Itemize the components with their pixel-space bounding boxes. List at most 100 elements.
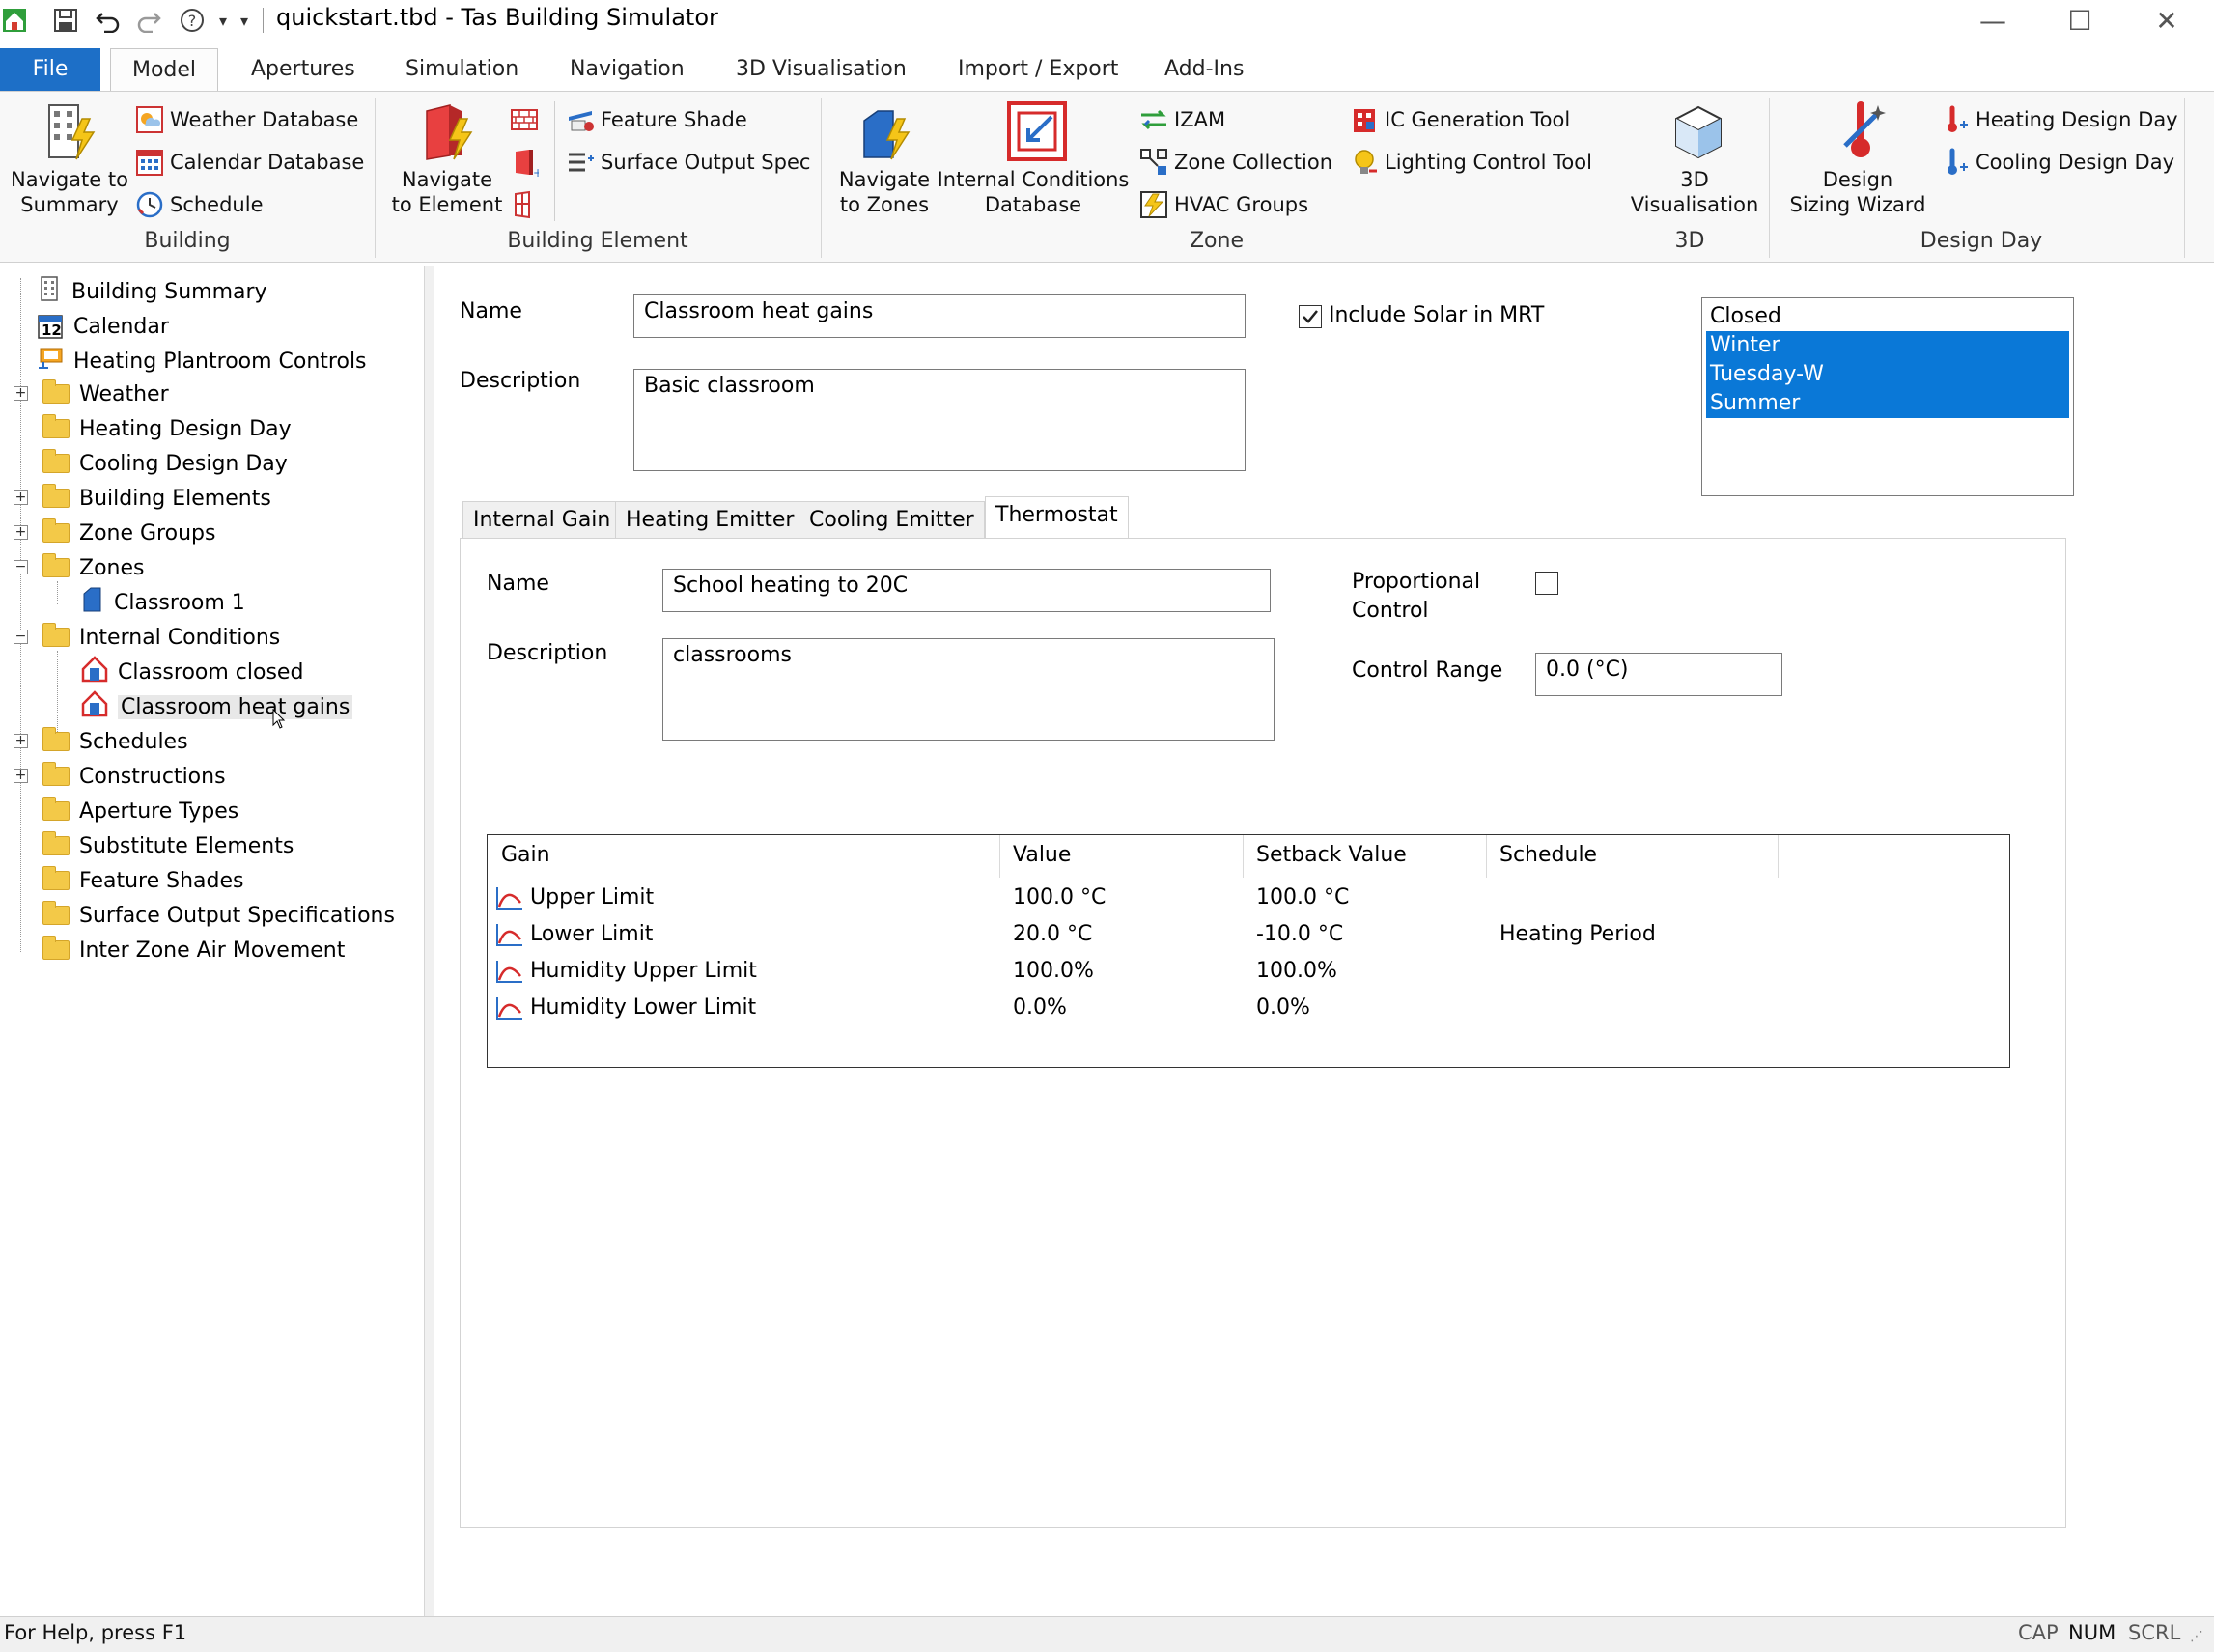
tree-item-weather[interactable]: Weather <box>42 378 169 409</box>
tree-item-classroom-heat-gains[interactable]: Classroom heat gains <box>81 690 353 722</box>
column-header-value[interactable]: Value <box>1013 843 1071 867</box>
navigate-to-summary-button[interactable]: Navigate to Summary <box>6 101 133 217</box>
day-types-list[interactable]: Closed Winter Tuesday-W Summer <box>1701 297 2074 496</box>
hvac-groups-button[interactable]: HVAC Groups <box>1139 188 1308 221</box>
collapse-internal-conditions-icon[interactable]: − <box>14 630 28 644</box>
surface-output-spec-button[interactable]: Surface Output Spec <box>566 146 810 179</box>
tree-item-building-summary[interactable]: Building Summary <box>37 276 267 307</box>
tab-cooling-emitter[interactable]: Cooling Emitter <box>799 501 985 538</box>
column-divider[interactable] <box>1243 835 1244 878</box>
day-type-winter[interactable]: Winter <box>1706 331 2069 360</box>
expand-zone-groups-icon[interactable]: + <box>14 525 28 540</box>
maximize-button[interactable]: ☐ <box>2049 0 2111 41</box>
navigate-to-zones-button[interactable]: Navigate to Zones <box>830 101 939 217</box>
add-wall-button[interactable] <box>510 103 545 136</box>
save-icon[interactable] <box>50 6 81 35</box>
tree-item-schedules[interactable]: Schedules <box>42 726 188 757</box>
control-range-input[interactable]: 0.0 (°C) <box>1535 653 1782 696</box>
tree-item-classroom-1[interactable]: Classroom 1 <box>81 587 245 618</box>
resize-grip-icon[interactable]: ⋰ <box>2190 1629 2203 1644</box>
tree-item-zone-groups[interactable]: Zone Groups <box>42 518 215 548</box>
table-row[interactable]: Humidity Upper Limit 100.0% 100.0% <box>488 953 2009 990</box>
tree-item-aperture-types[interactable]: Aperture Types <box>42 796 238 826</box>
chevron-down-icon[interactable]: ▾ <box>214 6 232 35</box>
column-header-setback-value[interactable]: Setback Value <box>1256 843 1407 867</box>
weather-database-button[interactable]: Weather Database <box>135 103 358 136</box>
tab-3d-visualisation[interactable]: 3D Visualisation <box>722 48 920 91</box>
add-door-button[interactable]: + <box>510 146 545 180</box>
minimize-button[interactable]: — <box>1962 0 2024 41</box>
tree-item-calendar[interactable]: 12 Calendar <box>37 311 169 342</box>
tab-simulation[interactable]: Simulation <box>392 48 532 91</box>
zone-collection-button[interactable]: Zone Collection <box>1139 146 1332 179</box>
tree-item-building-elements[interactable]: Building Elements <box>42 483 271 514</box>
column-header-schedule[interactable]: Schedule <box>1499 843 1597 867</box>
tree-item-inter-zone-air-movement[interactable]: Inter Zone Air Movement <box>42 935 345 966</box>
day-type-tuesday-w[interactable]: Tuesday-W <box>1706 360 2069 389</box>
expand-schedules-icon[interactable]: + <box>14 734 28 748</box>
day-type-summer[interactable]: Summer <box>1706 389 2069 418</box>
izam-button[interactable]: IZAM <box>1139 103 1225 136</box>
column-divider[interactable] <box>1486 835 1487 878</box>
design-sizing-wizard-button[interactable]: Design Sizing Wizard <box>1780 101 1935 217</box>
tab-internal-gain[interactable]: Internal Gain <box>462 501 622 538</box>
tab-file[interactable]: File <box>0 48 100 91</box>
description-input[interactable]: Basic classroom <box>633 369 1246 471</box>
thermostat-description-input[interactable]: classrooms <box>662 638 1275 741</box>
name-input[interactable]: Classroom heat gains <box>633 294 1246 338</box>
tree-item-heating-design-day[interactable]: Heating Design Day <box>42 413 292 444</box>
include-solar-checkbox[interactable] <box>1299 305 1322 328</box>
help-icon[interactable]: ? <box>178 6 207 35</box>
heating-design-day-button[interactable]: Heating Design Day <box>1941 103 2178 136</box>
column-header-gain[interactable]: Gain <box>501 843 550 867</box>
ic-generation-tool-button[interactable]: IC Generation Tool <box>1350 103 1570 136</box>
proportional-control-checkbox[interactable] <box>1535 572 1558 595</box>
close-button[interactable]: ✕ <box>2136 0 2198 41</box>
gain-name: Humidity Upper Limit <box>530 959 757 983</box>
undo-icon[interactable] <box>93 6 124 35</box>
tab-heating-emitter[interactable]: Heating Emitter <box>615 501 805 538</box>
tree-item-substitute-elements[interactable]: Substitute Elements <box>42 830 294 861</box>
cooling-design-day-button[interactable]: Cooling Design Day <box>1941 146 2174 179</box>
column-divider[interactable] <box>999 835 1000 878</box>
lighting-control-tool-button[interactable]: Lighting Control Tool <box>1350 146 1592 179</box>
table-row[interactable]: Lower Limit 20.0 °C -10.0 °C Heating Per… <box>488 916 2009 953</box>
3d-visualisation-button[interactable]: 3D Visualisation <box>1622 101 1767 217</box>
collapse-zones-icon[interactable]: − <box>14 560 28 574</box>
expand-constructions-icon[interactable]: + <box>14 769 28 783</box>
tab-model[interactable]: Model <box>110 48 218 91</box>
column-divider[interactable] <box>1778 835 1779 878</box>
tree-item-constructions[interactable]: Constructions <box>42 761 226 792</box>
navigate-to-element-button[interactable]: Navigate to Element <box>386 101 508 217</box>
tab-thermostat[interactable]: Thermostat <box>985 496 1129 539</box>
customize-toolbar-icon[interactable]: ▾ <box>236 6 253 35</box>
internal-conditions-database-button[interactable]: Internal Conditions Database <box>935 101 1132 217</box>
redo-icon[interactable] <box>133 6 164 35</box>
table-row[interactable]: Humidity Lower Limit 0.0% 0.0% <box>488 990 2009 1026</box>
tab-navigation[interactable]: Navigation <box>556 48 698 91</box>
panel-splitter[interactable] <box>425 266 434 1616</box>
tree-item-zones[interactable]: Zones <box>42 552 144 583</box>
expand-building-elements-icon[interactable]: + <box>14 490 28 505</box>
calendar-database-button[interactable]: Calendar Database <box>135 146 364 179</box>
thermostat-name-input[interactable]: School heating to 20C <box>662 569 1271 612</box>
tab-import-export[interactable]: Import / Export <box>944 48 1132 91</box>
cube-icon <box>1668 101 1722 161</box>
num-lock-indicator: NUM <box>2068 1621 2116 1644</box>
day-type-closed[interactable]: Closed <box>1706 302 2069 331</box>
tree-item-feature-shades[interactable]: Feature Shades <box>42 865 243 896</box>
tree-item-heating-plantroom-controls[interactable]: Heating Plantroom Controls <box>37 346 367 377</box>
expand-weather-icon[interactable]: + <box>14 386 28 401</box>
tab-apertures[interactable]: Apertures <box>238 48 369 91</box>
weather-database-label: Weather Database <box>170 108 359 131</box>
tree-item-classroom-closed[interactable]: Classroom closed <box>81 656 303 687</box>
tree-item-internal-conditions[interactable]: Internal Conditions <box>42 622 280 653</box>
feature-shade-button[interactable]: Feature Shade <box>566 103 747 136</box>
tab-add-ins[interactable]: Add-Ins <box>1151 48 1257 91</box>
add-window-button[interactable] <box>510 188 545 221</box>
schedule-button[interactable]: Schedule <box>135 188 264 221</box>
table-row[interactable]: Upper Limit 100.0 °C 100.0 °C <box>488 880 2009 916</box>
tree-item-cooling-design-day[interactable]: Cooling Design Day <box>42 448 288 479</box>
tree-item-surface-output-specifications[interactable]: Surface Output Specifications <box>42 900 395 931</box>
profile-curve-icon <box>496 961 522 983</box>
